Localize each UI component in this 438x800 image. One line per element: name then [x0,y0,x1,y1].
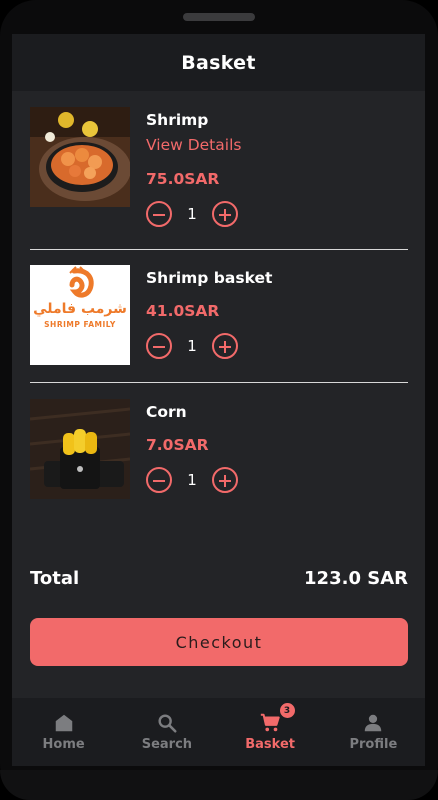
quantity-stepper: 1 [146,200,241,228]
page-title: Basket [181,51,256,74]
view-details-link[interactable]: View Details [146,136,241,154]
quantity-stepper: 1 [146,332,241,360]
home-icon [55,714,72,732]
item-divider [30,382,408,383]
product-image-shrimp[interactable] [30,107,130,207]
decrease-quantity-button[interactable] [146,467,172,493]
quantity-value: 1 [187,205,197,223]
increase-quantity-button[interactable] [212,333,238,359]
basket-item: شرمب فاملي SHRIMP FAMILY Shrimp basket 4… [30,265,408,365]
logo-arabic-text: شرمب فاملي [33,301,127,317]
nav-item-profile[interactable]: Profile [322,698,425,766]
cart-count-badge: 3 [279,703,295,718]
basket-item: Corn 7.0SAR 1 [30,399,408,499]
app-screen: Basket Shrimp View Details 75.0SAR 1 شرم… [12,34,425,766]
person-icon [365,714,382,732]
item-name: Shrimp [146,111,209,129]
minus-icon [153,479,165,482]
app-header: Basket [12,34,425,91]
phone-bottom-bezel [0,770,438,800]
nav-label: Search [141,737,193,752]
cart-icon [260,713,280,732]
product-image-corn[interactable] [30,399,130,499]
item-price: 41.0SAR [146,302,220,320]
total-value: 123.0 SAR [304,567,408,589]
minus-icon [153,213,165,216]
item-name: Shrimp basket [146,269,273,287]
checkout-label: Checkout [175,632,263,652]
item-price: 7.0SAR [146,436,209,454]
minus-icon [153,345,165,348]
nav-label: Profile [349,737,398,752]
phone-frame: Basket Shrimp View Details 75.0SAR 1 شرم… [0,0,438,800]
nav-item-home[interactable]: Home [12,698,115,766]
logo-english-text: SHRIMP FAMILY [44,320,116,329]
nav-label: Basket [245,737,295,752]
search-icon [158,714,177,733]
product-image-shrimp-family-logo[interactable]: شرمب فاملي SHRIMP FAMILY [30,265,130,365]
speaker-grille [183,13,255,21]
increase-quantity-button[interactable] [212,201,238,227]
decrease-quantity-button[interactable] [146,201,172,227]
total-row: Total 123.0 SAR [30,566,408,590]
basket-item: Shrimp View Details 75.0SAR 1 [30,107,408,227]
quantity-value: 1 [187,337,197,355]
checkout-button[interactable]: Checkout [30,618,408,666]
increase-quantity-button[interactable] [212,467,238,493]
total-label: Total [30,567,80,589]
decrease-quantity-button[interactable] [146,333,172,359]
quantity-stepper: 1 [146,466,241,494]
nav-label: Home [42,737,85,752]
item-divider [30,249,408,250]
item-name: Corn [146,403,187,421]
nav-item-search[interactable]: Search [115,698,218,766]
item-price: 75.0SAR [146,170,220,188]
quantity-value: 1 [187,471,197,489]
bottom-navigation: Home Search 3 Basket Profile [12,698,425,766]
nav-item-basket[interactable]: 3 Basket [219,698,322,766]
